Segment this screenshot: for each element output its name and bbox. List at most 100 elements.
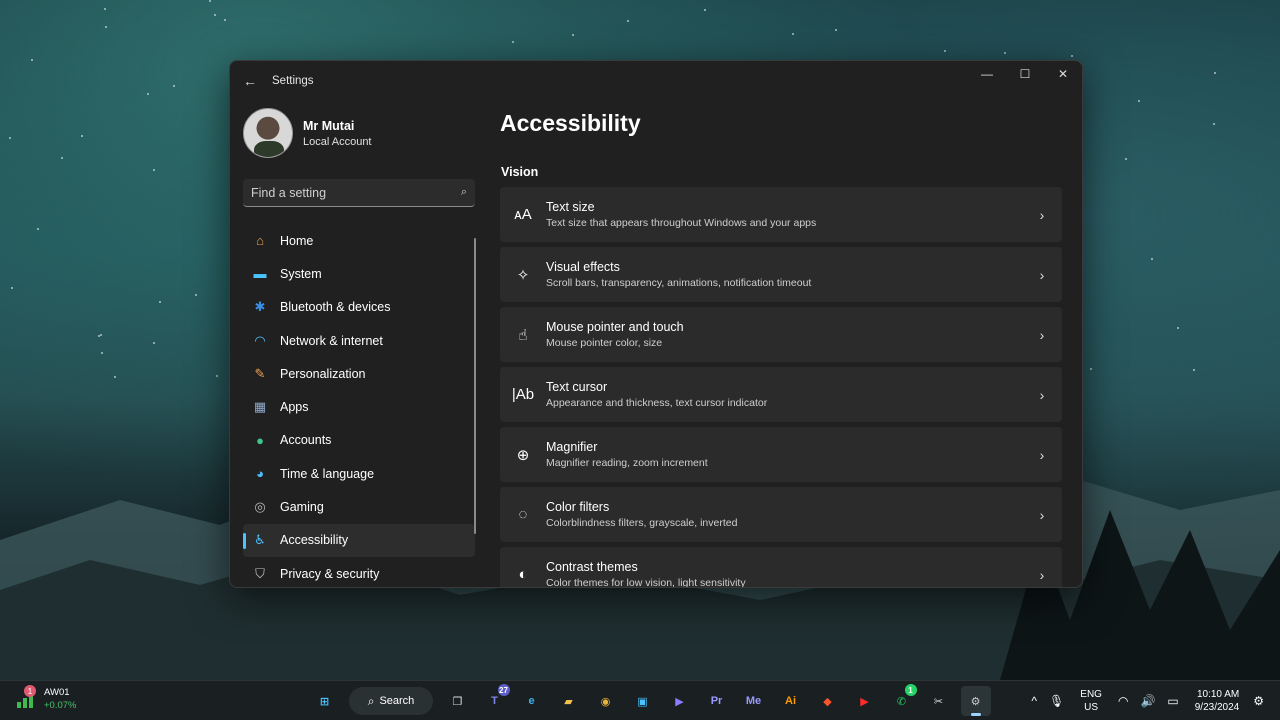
start-icon[interactable]: ⊞ [310, 686, 340, 716]
card-title: Text cursor [546, 380, 608, 394]
star [8, 136, 11, 139]
text-cursor-icon: |Ab [511, 386, 535, 403]
contrast-icon: ◐ [518, 566, 528, 583]
brush-icon: ✎ [254, 365, 266, 381]
setting-card-text-size[interactable]: ᴀA Text size Text size that appears throug… [500, 187, 1062, 242]
sidebar-item-privacy-security[interactable]: ⛉ Privacy & security [243, 557, 475, 587]
chrome-icon[interactable]: ◉ [591, 686, 621, 716]
star [153, 168, 156, 171]
sidebar-item-gaming[interactable]: ◎ Gaming [243, 490, 475, 523]
illustrator-icon[interactable]: Ai [776, 686, 806, 716]
star [105, 25, 108, 28]
sidebar-item-apps[interactable]: ▦ Apps [243, 390, 475, 423]
setting-card-contrast-themes[interactable]: ◐ Contrast themes Color themes for low vis… [500, 547, 1062, 588]
gamepad-icon: ◎ [254, 499, 266, 515]
sidebar-item-time-language[interactable]: ◕ Time & language [243, 457, 475, 490]
taskbar: 1 AW01 +0.07% ⊞ ⌕ Search ❐ T 27 e ▰ ◉ ▣ ▶ Pr Me Ai ◆ ▶ ✆… [0, 680, 1280, 720]
search-input[interactable] [251, 185, 461, 200]
card-title: Color filters [546, 500, 610, 514]
sidebar-item-accessibility[interactable]: ♿ Accessibility [243, 523, 475, 557]
settings-icon[interactable]: ⚙ [960, 686, 991, 716]
star [146, 92, 149, 95]
brave-icon[interactable]: ◆ [813, 686, 843, 716]
card-subtitle: Magnifier reading, zoom increment [546, 457, 708, 469]
youtube-icon[interactable]: ▶ [850, 686, 880, 716]
sidebar-scrollbar[interactable] [474, 238, 476, 534]
setting-card-mouse-pointer-and-touch[interactable]: ☝ Mouse pointer and touch Mouse pointer co… [500, 307, 1062, 362]
whatsapp-icon[interactable]: ✆ 1 [887, 684, 917, 716]
settings-window: ← Settings — ☐ ✕ Mr Mutai Local Account … [229, 60, 1083, 588]
star [158, 301, 161, 304]
card-title: Magnifier [546, 440, 598, 454]
chevron-right-icon: › [1039, 206, 1045, 223]
title-bar: ← Settings — ☐ ✕ [230, 61, 1082, 101]
star [1004, 51, 1006, 54]
premiere-icon[interactable]: Pr [702, 686, 732, 716]
stock-widget[interactable]: 1 AW01 +0.07% [16, 685, 77, 712]
mouse-pointer-icon: ☝ [518, 326, 528, 344]
volume-icon[interactable]: 🔊 [1140, 694, 1155, 708]
setting-card-magnifier[interactable]: ⊕ Magnifier Magnifier reading, zoom increm… [500, 427, 1062, 482]
sidebar-item-label: Network & internet [280, 333, 383, 348]
show-hidden-icons-chevron[interactable]: ^ [1031, 694, 1037, 708]
star [97, 334, 100, 337]
sidebar-item-label: Time & language [280, 466, 375, 481]
settings-search-box[interactable]: ⌕ [243, 179, 475, 207]
user-profile[interactable]: Mr Mutai Local Account [243, 108, 372, 158]
taskbar-apps: ⊞ ⌕ Search ❐ T 27 e ▰ ◉ ▣ ▶ Pr Me Ai ◆ ▶ ✆ 1 ✂ ⚙ [306, 681, 994, 720]
card-title: Visual effects [546, 260, 620, 274]
star [113, 376, 116, 379]
sidebar-item-accounts[interactable]: ● Accounts [243, 424, 475, 457]
maximize-button[interactable]: ☐ [1006, 61, 1044, 87]
sidebar-item-system[interactable]: ▬ System [243, 257, 475, 290]
back-arrow-icon: ← [243, 73, 257, 89]
task-view-icon[interactable]: ❐ [443, 686, 473, 716]
setting-card-color-filters[interactable]: ◌ Color filters Colorblindness filters, gr… [500, 487, 1062, 542]
star [30, 58, 33, 61]
taskbar-search-button[interactable]: ⌕ Search [349, 687, 433, 715]
store-icon[interactable]: ▣ [628, 686, 658, 716]
stock-chart-icon: 1 [16, 685, 38, 710]
battery-icon[interactable]: ▭ [1167, 694, 1178, 708]
profile-account-type: Local Account [303, 135, 372, 148]
sidebar-item-personalization[interactable]: ✎ Personalization [243, 357, 475, 390]
section-title-vision: Vision [501, 165, 539, 179]
sidebar-item-network-internet[interactable]: ◠ Network & internet [243, 324, 475, 357]
search-icon[interactable]: ⌕ [461, 186, 467, 199]
profile-name: Mr Mutai [303, 118, 355, 133]
magnifier-icon: ⊕ [516, 446, 530, 464]
snipping-tool-icon[interactable]: ✂ [924, 686, 954, 716]
minimize-button[interactable]: — [968, 61, 1006, 87]
microphone-icon[interactable]: 🎙 [1049, 694, 1064, 708]
star [704, 9, 707, 12]
card-subtitle: Color themes for low vision, light sensi… [546, 577, 746, 588]
settings-card-list: ᴀA Text size Text size that appears throug… [500, 187, 1062, 588]
teams-icon[interactable]: T 27 [480, 684, 510, 716]
sidebar-nav: ⌂ Home ▬ System ✱ Bluetooth & devices ◠ Network… [243, 224, 475, 587]
back-button[interactable]: ← [230, 61, 270, 101]
sidebar-item-label: Privacy & security [280, 566, 380, 581]
edge-icon[interactable]: e [517, 686, 547, 716]
clock[interactable]: 10:10 AM 9/23/2024 [1195, 688, 1240, 714]
setting-card-text-cursor[interactable]: |Ab Text cursor Appearance and thickness, … [500, 367, 1062, 422]
star [1151, 257, 1154, 260]
language-indicator[interactable]: ENG US [1080, 688, 1102, 714]
close-button[interactable]: ✕ [1044, 61, 1082, 87]
chevron-right-icon: › [1039, 506, 1045, 523]
notification-icon[interactable]: ⚙ [1253, 694, 1264, 708]
file-explorer-icon[interactable]: ▰ [554, 686, 584, 716]
clipchamp-icon[interactable]: ▶ [665, 686, 695, 716]
card-subtitle: Appearance and thickness, text cursor in… [546, 397, 768, 409]
star [1138, 100, 1141, 103]
app-badge: 1 [904, 684, 917, 696]
system-tray: ^ 🎙 ENG US ◠ 🔊 ▭ 10:10 AM 9/23/2024 ⚙ [1025, 681, 1270, 720]
card-title: Contrast themes [546, 560, 638, 574]
sidebar-item-home[interactable]: ⌂ Home [243, 224, 475, 257]
setting-card-visual-effects[interactable]: ✧ Visual effects Scroll bars, transparency… [500, 247, 1062, 302]
media-encoder-icon[interactable]: Me [739, 686, 769, 716]
wifi-icon[interactable]: ◠ [1118, 694, 1128, 708]
sidebar-item-bluetooth-devices[interactable]: ✱ Bluetooth & devices [243, 291, 475, 324]
region-code: US [1084, 702, 1099, 713]
star [214, 14, 217, 17]
sidebar-item-label: Bluetooth & devices [280, 300, 391, 315]
